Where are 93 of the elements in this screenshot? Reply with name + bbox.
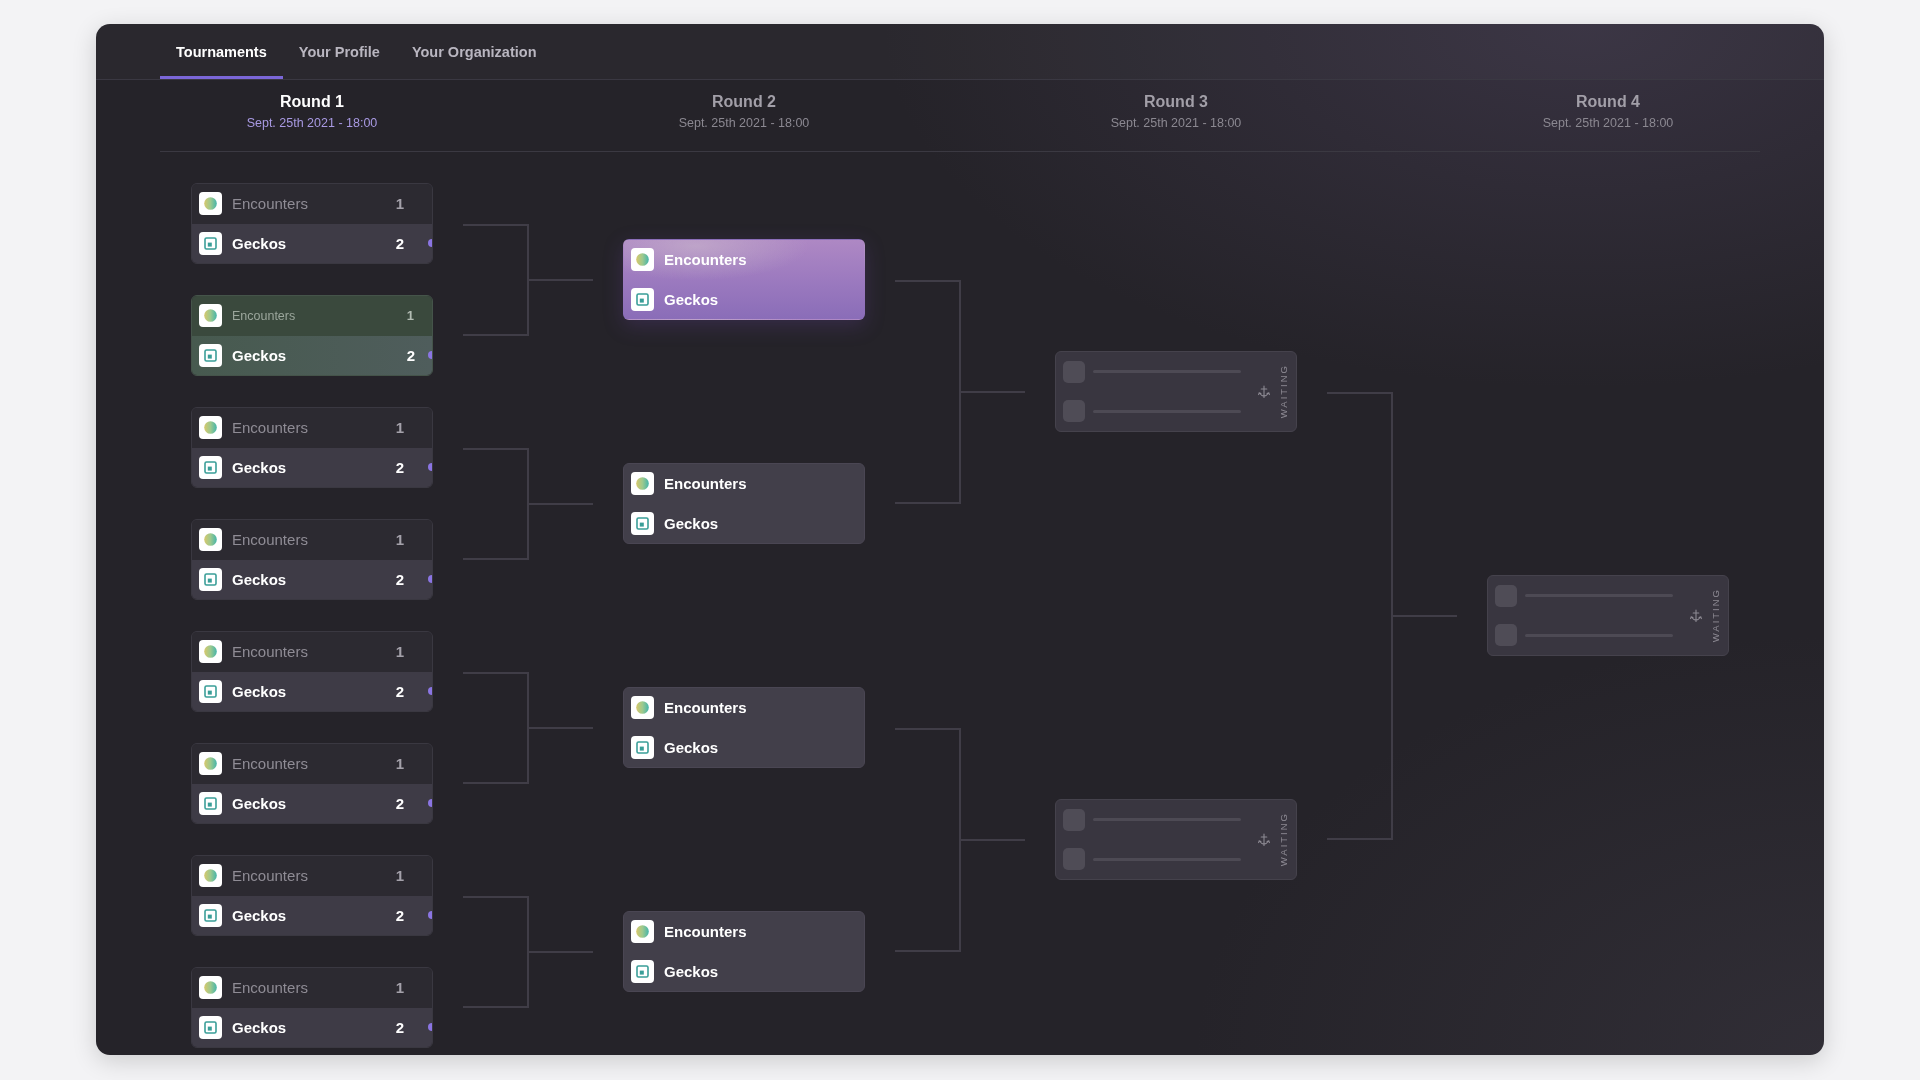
square-logo-icon bbox=[631, 735, 654, 759]
team-score: 1 bbox=[395, 979, 404, 997]
team-name: Geckos bbox=[232, 346, 288, 364]
circle-logo-icon bbox=[199, 416, 222, 440]
team-score: 1 bbox=[406, 308, 414, 324]
team-score: 2 bbox=[395, 906, 404, 924]
match-card[interactable]: Encounters 1 Geckos 2 bbox=[191, 407, 433, 488]
team-name: Encounters bbox=[232, 419, 309, 437]
team-score: 2 bbox=[395, 458, 404, 476]
match-card[interactable]: Encounters 1 Geckos 2 bbox=[191, 967, 433, 1048]
team-name: Encounters bbox=[232, 643, 309, 661]
team-score: 2 bbox=[395, 794, 404, 812]
circle-logo-icon bbox=[199, 528, 222, 552]
circle-logo-icon bbox=[631, 696, 654, 720]
team-score: 2 bbox=[406, 346, 415, 364]
anchor-icon bbox=[1258, 384, 1270, 399]
team-name: Geckos bbox=[232, 234, 288, 252]
team-name: Encounters bbox=[232, 867, 309, 885]
tab[interactable]: Your Profile bbox=[282, 24, 396, 79]
round-title: Round 2 bbox=[712, 92, 776, 112]
team-name: Geckos bbox=[664, 962, 720, 980]
team-name: Encounters bbox=[232, 308, 297, 323]
square-logo-icon bbox=[199, 903, 222, 927]
team-name: Geckos bbox=[232, 1018, 288, 1036]
team-score: 1 bbox=[395, 643, 404, 661]
team-name: Encounters bbox=[664, 699, 748, 717]
circle-logo-icon bbox=[631, 920, 654, 944]
match-card[interactable]: Encounters 1 Geckos 2 bbox=[191, 743, 433, 824]
round-title: Round 3 bbox=[1144, 92, 1208, 112]
team-name: Encounters bbox=[232, 755, 309, 773]
circle-logo-icon bbox=[199, 976, 222, 1000]
match-card[interactable]: Encounters 1 Geckos 2 bbox=[191, 183, 433, 264]
team-name: Geckos bbox=[232, 682, 288, 700]
team-score: 2 bbox=[395, 570, 404, 588]
team-score: 1 bbox=[395, 195, 404, 213]
circle-logo-icon bbox=[199, 752, 222, 776]
tab[interactable]: Your Organization bbox=[395, 24, 553, 79]
match-card[interactable]: Encounters Geckos bbox=[623, 239, 865, 320]
team-name: Geckos bbox=[664, 514, 720, 532]
waiting-label: WAITING bbox=[1278, 812, 1289, 867]
round-date: Sept. 25th 2021 - 18:00 bbox=[246, 116, 378, 131]
square-logo-icon bbox=[199, 343, 222, 367]
team-name: Encounters bbox=[232, 979, 309, 997]
match-card[interactable]: Encounters 1 Geckos 2 bbox=[191, 295, 433, 376]
square-logo-icon bbox=[199, 679, 222, 703]
team-score: 1 bbox=[395, 867, 404, 885]
team-name: Geckos bbox=[664, 290, 720, 308]
circle-logo-icon bbox=[199, 864, 222, 888]
round-date: Sept. 25th 2021 - 18:00 bbox=[1542, 116, 1674, 131]
team-score: 1 bbox=[395, 531, 404, 549]
square-logo-icon bbox=[631, 511, 654, 535]
circle-logo-icon bbox=[199, 304, 222, 328]
square-logo-icon bbox=[199, 231, 222, 255]
team-name: Geckos bbox=[232, 906, 288, 924]
team-score: 2 bbox=[395, 234, 404, 252]
team-score: 2 bbox=[395, 682, 404, 700]
waiting-label: WAITING bbox=[1278, 364, 1289, 419]
circle-logo-icon bbox=[631, 248, 654, 272]
anchor-icon bbox=[1258, 832, 1270, 847]
square-logo-icon bbox=[631, 287, 654, 311]
team-name: Encounters bbox=[664, 251, 748, 269]
round-title: Round 4 bbox=[1576, 92, 1640, 112]
square-logo-icon bbox=[199, 791, 222, 815]
square-logo-icon bbox=[199, 567, 222, 591]
round-date: Sept. 25th 2021 - 18:00 bbox=[1110, 116, 1242, 131]
team-name: Encounters bbox=[664, 923, 748, 941]
square-logo-icon bbox=[631, 959, 654, 983]
square-logo-icon bbox=[199, 455, 222, 479]
team-score: 1 bbox=[395, 419, 404, 437]
match-card[interactable]: Encounters 1 Geckos 2 bbox=[191, 631, 433, 712]
round-title: Round 1 bbox=[280, 92, 344, 112]
team-name: Geckos bbox=[664, 738, 720, 756]
team-score: 1 bbox=[395, 755, 404, 773]
team-name: Encounters bbox=[664, 475, 748, 493]
team-name: Encounters bbox=[232, 531, 309, 549]
match-card[interactable]: Encounters 1 Geckos 2 bbox=[191, 519, 433, 600]
tab[interactable]: Tournaments bbox=[160, 24, 283, 79]
team-name: Geckos bbox=[232, 794, 288, 812]
match-card[interactable]: Encounters Geckos bbox=[623, 911, 865, 992]
anchor-icon bbox=[1690, 608, 1702, 623]
square-logo-icon bbox=[199, 1015, 222, 1039]
circle-logo-icon bbox=[199, 192, 222, 216]
match-card[interactable]: Encounters 1 Geckos 2 bbox=[191, 855, 433, 936]
team-name: Encounters bbox=[232, 195, 309, 213]
waiting-label: WAITING bbox=[1710, 588, 1721, 643]
match-card[interactable]: Encounters Geckos bbox=[623, 687, 865, 768]
circle-logo-icon bbox=[199, 640, 222, 664]
circle-logo-icon bbox=[631, 472, 654, 496]
match-card[interactable]: Encounters Geckos bbox=[623, 463, 865, 544]
team-name: Geckos bbox=[232, 458, 288, 476]
round-date: Sept. 25th 2021 - 18:00 bbox=[678, 116, 810, 131]
team-score: 2 bbox=[395, 1018, 404, 1036]
team-name: Geckos bbox=[232, 570, 288, 588]
